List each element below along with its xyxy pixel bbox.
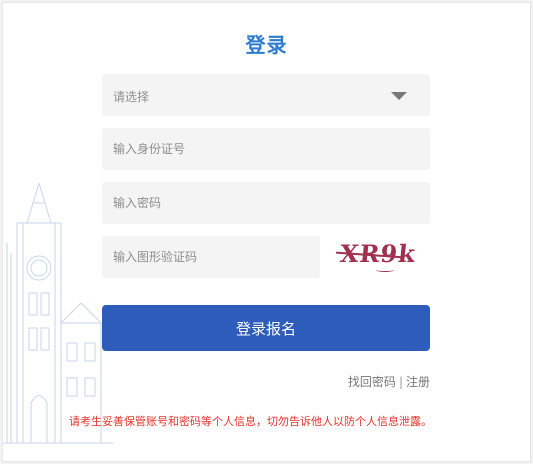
register-link[interactable]: 注册 <box>406 375 430 389</box>
password-field-wrapper <box>102 182 430 224</box>
exam-select-placeholder: 请选择 <box>113 90 150 104</box>
chevron-down-icon[interactable] <box>391 92 407 100</box>
login-submit-button[interactable]: 登录报名 <box>102 305 430 351</box>
forgot-password-link[interactable]: 找回密码 <box>348 375 396 389</box>
captcha-field-wrapper <box>102 236 320 278</box>
link-separator: | <box>398 375 403 389</box>
captcha-input[interactable] <box>103 237 319 277</box>
account-links: 找回密码 | 注册 <box>348 373 430 390</box>
id-number-field-wrapper <box>102 128 430 170</box>
exam-select[interactable]: 请选择 <box>102 74 430 116</box>
page-title: 登录 <box>245 33 288 57</box>
captcha-noise-squiggle <box>376 268 394 272</box>
id-number-input[interactable] <box>103 129 429 169</box>
login-card: 登录 请选择 XR9k 登录报名 找回密码|注册 请考生妥善保管账号和密码等个人… <box>2 2 531 462</box>
captcha-image[interactable]: XR9k <box>336 239 417 275</box>
password-input[interactable] <box>103 183 429 223</box>
privacy-notice: 请考生妥善保管账号和密码等个人信息，切勿告诉他人以防个人信息泄露。 <box>69 415 432 428</box>
